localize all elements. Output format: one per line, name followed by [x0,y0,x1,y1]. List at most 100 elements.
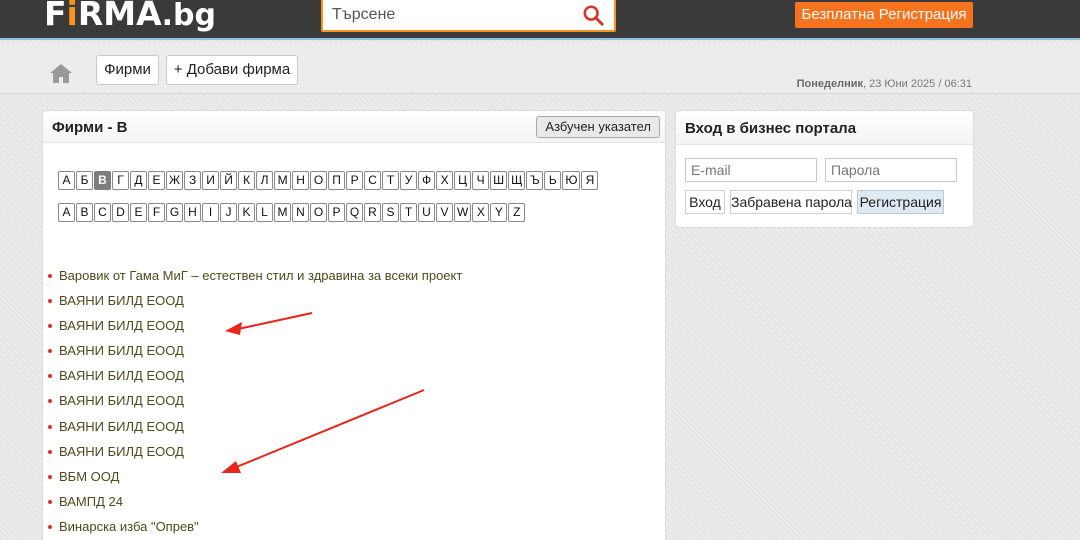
latin-letter-1[interactable]: A [58,203,75,222]
cyrillic-letter-6[interactable]: Е [148,171,165,190]
cyrillic-letter-3[interactable]: В [94,171,111,190]
list-item: Варовик от Гама МиГ – естествен стил и з… [48,263,462,288]
latin-letter-9[interactable]: I [202,203,219,222]
cyrillic-letter-18[interactable]: С [364,171,382,190]
cyrillic-letter-23[interactable]: Ц [454,171,472,190]
company-link[interactable]: ВАЯНИ БИЛД ЕООД [59,293,184,308]
bullet-icon [48,474,52,479]
cyrillic-letter-11[interactable]: К [238,171,256,190]
company-link[interactable]: Варовик от Гама МиГ – естествен стил и з… [59,268,462,283]
latin-letter-8[interactable]: H [184,203,201,222]
company-list: Варовик от Гама МиГ – естествен стил и з… [48,263,462,539]
latin-letter-6[interactable]: F [148,203,165,222]
cyrillic-letter-14[interactable]: Н [292,171,310,190]
cyrillic-letter-1[interactable]: А [58,171,75,190]
latin-letter-23[interactable]: W [454,203,472,222]
list-item: ВАМПД 24 [48,489,462,514]
sub-navigation: Фирми + Добави фирма Понеделник, 23 Юни … [0,42,1080,94]
current-date: Понеделник, 23 Юни 2025 / 06:31 [797,78,972,90]
cyrillic-letter-19[interactable]: Т [382,171,400,190]
latin-letter-17[interactable]: Q [346,203,363,222]
bullet-icon [48,374,52,379]
company-link[interactable]: ВАЯНИ БИЛД ЕООД [59,343,184,358]
cyrillic-letter-12[interactable]: Л [256,171,274,190]
cyrillic-letter-7[interactable]: Ж [166,171,184,190]
latin-letter-24[interactable]: X [472,203,490,222]
cyrillic-letter-17[interactable]: Р [346,171,364,190]
company-link[interactable]: ВАЯНИ БИЛД ЕООД [59,318,184,333]
cyrillic-letter-9[interactable]: И [202,171,220,190]
latin-letter-7[interactable]: G [166,203,183,222]
list-item: ВАЯНИ БИЛД ЕООД [48,388,462,413]
latin-letter-22[interactable]: V [436,203,453,222]
login-panel-header: Вход в бизнес портала [676,111,973,145]
cyrillic-letter-filter: АБВГДЕЖЗИЙКЛМНОПРСТУФХЦЧШЩЪЬЮЯ [58,171,599,190]
forgot-password-button[interactable]: Забравена парола [730,190,852,214]
latin-letter-19[interactable]: S [382,203,399,222]
cyrillic-letter-8[interactable]: З [184,171,202,190]
list-item: ВАЯНИ БИЛД ЕООД [48,288,462,313]
latin-letter-12[interactable]: L [256,203,273,222]
bullet-icon [48,449,52,454]
alphabetical-index-button[interactable]: Азбучен указател [536,116,660,138]
cyrillic-letter-21[interactable]: Ф [418,171,436,190]
cyrillic-letter-27[interactable]: Ъ [526,171,544,190]
cyrillic-letter-24[interactable]: Ч [472,171,490,190]
free-registration-button[interactable]: Безплатна Регистрация [795,2,973,28]
bullet-icon [48,349,52,354]
business-login-panel: Вход в бизнес портала Вход Забравена пар… [675,110,974,228]
company-link[interactable]: ВАЯНИ БИЛД ЕООД [59,368,184,383]
search-icon[interactable] [582,4,604,26]
latin-letter-14[interactable]: N [292,203,309,222]
search-input[interactable] [323,0,573,30]
cyrillic-letter-10[interactable]: Й [220,171,238,190]
latin-letter-filter: ABCDEFGHIJKLMNOPQRSTUVWXYZ [58,203,526,222]
cyrillic-letter-29[interactable]: Ю [562,171,581,190]
email-field[interactable] [685,158,817,182]
cyrillic-letter-2[interactable]: Б [76,171,93,190]
firma-logo[interactable]: FiRMA.bg [44,0,216,36]
company-link[interactable]: ВБМ ООД [59,469,119,484]
password-field[interactable] [825,158,957,182]
latin-letter-26[interactable]: Z [508,203,526,222]
latin-letter-20[interactable]: T [400,203,417,222]
latin-letter-3[interactable]: C [94,203,111,222]
company-link[interactable]: ВАЯНИ БИЛД ЕООД [59,393,184,408]
latin-letter-18[interactable]: R [364,203,381,222]
logo-main: RMA [77,0,162,33]
list-item: Винарска изба "Опрев" [48,514,462,539]
list-item: ВАЯНИ БИЛД ЕООД [48,313,462,338]
latin-letter-11[interactable]: K [238,203,255,222]
latin-letter-13[interactable]: M [274,203,291,222]
cyrillic-letter-22[interactable]: Х [436,171,454,190]
login-title: Вход в бизнес портала [685,120,857,137]
cyrillic-letter-4[interactable]: Г [112,171,129,190]
cyrillic-letter-13[interactable]: М [274,171,292,190]
cyrillic-letter-25[interactable]: Ш [490,171,508,190]
latin-letter-15[interactable]: O [310,203,327,222]
company-link[interactable]: ВАЯНИ БИЛД ЕООД [59,419,184,434]
company-link[interactable]: Винарска изба "Опрев" [59,519,199,534]
cyrillic-letter-26[interactable]: Щ [508,171,526,190]
cyrillic-letter-20[interactable]: У [400,171,418,190]
add-firm-button[interactable]: + Добави фирма [166,55,298,85]
cyrillic-letter-30[interactable]: Я [581,171,599,190]
home-icon[interactable] [49,62,73,84]
cyrillic-letter-15[interactable]: О [310,171,328,190]
latin-letter-21[interactable]: U [418,203,435,222]
firms-button[interactable]: Фирми [96,55,159,85]
login-button[interactable]: Вход [685,190,725,214]
registration-button[interactable]: Регистрация [857,190,944,214]
company-link[interactable]: ВАМПД 24 [59,494,123,509]
latin-letter-16[interactable]: P [328,203,345,222]
bullet-icon [48,299,52,304]
company-link[interactable]: ВАЯНИ БИЛД ЕООД [59,444,184,459]
latin-letter-25[interactable]: Y [490,203,508,222]
cyrillic-letter-28[interactable]: Ь [544,171,562,190]
latin-letter-5[interactable]: E [130,203,147,222]
cyrillic-letter-16[interactable]: П [328,171,346,190]
latin-letter-4[interactable]: D [112,203,129,222]
cyrillic-letter-5[interactable]: Д [130,171,147,190]
latin-letter-10[interactable]: J [220,203,237,222]
latin-letter-2[interactable]: B [76,203,93,222]
